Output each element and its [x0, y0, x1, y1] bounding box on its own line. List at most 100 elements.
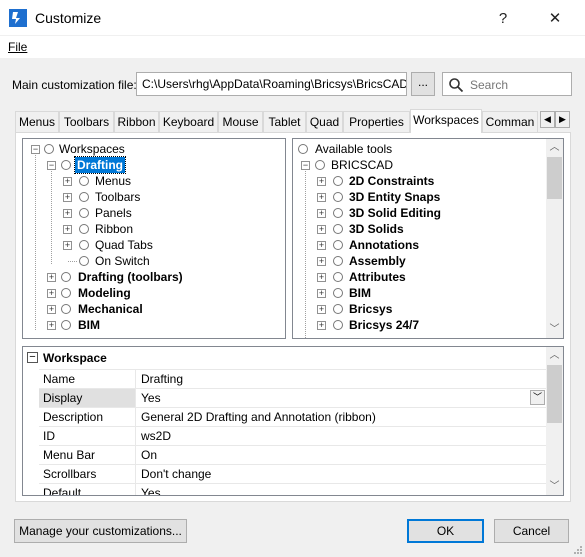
tool-item[interactable]: + Bricsys: [293, 301, 543, 317]
tree-item-ribbon[interactable]: + Ribbon: [23, 221, 283, 237]
collapse-icon[interactable]: −: [301, 161, 310, 170]
property-row-default[interactable]: Default Yes: [39, 483, 547, 495]
tree-item-drafting-toolbars[interactable]: + Drafting (toolbars): [23, 269, 283, 285]
expand-icon[interactable]: +: [317, 177, 326, 186]
tree-item-bricscad[interactable]: − BRICSCAD: [293, 157, 543, 173]
tab-quad[interactable]: Quad: [306, 111, 343, 132]
expand-icon[interactable]: +: [317, 209, 326, 218]
tree-item-toolbars[interactable]: + Toolbars: [23, 189, 283, 205]
ok-button[interactable]: OK: [407, 519, 484, 543]
expand-icon[interactable]: +: [317, 289, 326, 298]
tool-item[interactable]: + Annotations: [293, 237, 543, 253]
property-value[interactable]: On: [137, 446, 547, 465]
property-row-description[interactable]: Description General 2D Drafting and Anno…: [39, 407, 547, 427]
tree-item-workspaces[interactable]: − Workspaces: [23, 141, 283, 157]
property-value[interactable]: General 2D Drafting and Annotation (ribb…: [137, 408, 547, 427]
properties-section-header[interactable]: − Workspace: [23, 347, 547, 369]
property-value[interactable]: Don't change: [137, 465, 547, 484]
manage-customizations-button[interactable]: Manage your customizations...: [14, 519, 187, 543]
expand-icon[interactable]: +: [317, 321, 326, 330]
workspace-properties-grid[interactable]: − Workspace Name Drafting Display Yes ﹀ …: [22, 346, 564, 496]
tab-commands[interactable]: Comman: [482, 111, 538, 132]
tab-scroll-left-icon[interactable]: ◀: [540, 111, 555, 128]
tree-item-on-switch[interactable]: On Switch: [23, 253, 283, 269]
property-row-scrollbars[interactable]: Scrollbars Don't change: [39, 464, 547, 484]
tab-menus[interactable]: Menus: [15, 111, 59, 132]
expand-icon[interactable]: +: [47, 305, 56, 314]
tool-item[interactable]: + 2D Constraints: [293, 173, 543, 189]
collapse-icon[interactable]: −: [27, 352, 38, 363]
tree-item-panels[interactable]: + Panels: [23, 205, 283, 221]
expand-icon[interactable]: +: [63, 241, 72, 250]
expand-icon[interactable]: +: [63, 177, 72, 186]
property-value[interactable]: Yes: [137, 484, 547, 495]
property-value[interactable]: Yes: [137, 389, 547, 408]
property-row-name[interactable]: Name Drafting: [39, 369, 547, 389]
resize-grip-icon[interactable]: [573, 545, 583, 555]
scroll-up-icon[interactable]: ︿: [546, 139, 563, 156]
tool-item[interactable]: + 3D Entity Snaps: [293, 189, 543, 205]
expand-icon[interactable]: +: [63, 225, 72, 234]
tree-item-menus[interactable]: + Menus: [23, 173, 283, 189]
tree-item-modeling[interactable]: + Modeling: [23, 285, 283, 301]
tree-item-available-tools[interactable]: Available tools: [293, 141, 543, 157]
property-name: Scrollbars: [39, 465, 136, 484]
tab-workspaces[interactable]: Workspaces: [410, 109, 482, 133]
tool-item[interactable]: + BIM: [293, 285, 543, 301]
tools-scrollbar[interactable]: ︿ ﹀: [546, 139, 563, 338]
workspaces-tree[interactable]: − Workspaces − Drafting + Menus + Toolba…: [22, 138, 286, 339]
tree-item-drafting[interactable]: − Drafting: [23, 156, 283, 174]
customization-file-field[interactable]: C:\Users\rhg\AppData\Roaming\Bricsys\Bri…: [136, 72, 407, 96]
help-button[interactable]: ?: [480, 0, 526, 36]
tool-item[interactable]: + 3D Solid Editing: [293, 205, 543, 221]
scroll-down-icon[interactable]: ﹀: [546, 321, 563, 338]
tool-item[interactable]: + Bricsys 24/7: [293, 317, 543, 333]
tab-tablet[interactable]: Tablet: [263, 111, 306, 132]
chevron-down-icon[interactable]: ﹀: [530, 390, 545, 405]
expand-icon[interactable]: +: [317, 241, 326, 250]
menu-file[interactable]: File: [8, 40, 27, 54]
radio-icon: [333, 320, 343, 330]
tool-item[interactable]: + 3D Solids: [293, 221, 543, 237]
tool-item[interactable]: + Assembly: [293, 253, 543, 269]
scroll-up-icon[interactable]: ︿: [546, 347, 563, 364]
expand-icon[interactable]: +: [47, 289, 56, 298]
property-row-id[interactable]: ID ws2D: [39, 426, 547, 446]
search-input[interactable]: Search: [442, 72, 572, 96]
tree-item-quad-tabs[interactable]: + Quad Tabs: [23, 237, 283, 253]
tab-toolbars[interactable]: Toolbars: [59, 111, 114, 132]
collapse-icon[interactable]: −: [47, 161, 56, 170]
tab-scroll-right-icon[interactable]: ▶: [555, 111, 570, 128]
collapse-icon[interactable]: −: [31, 145, 40, 154]
expand-icon[interactable]: +: [63, 209, 72, 218]
scroll-thumb[interactable]: [547, 157, 562, 199]
expand-icon[interactable]: +: [317, 225, 326, 234]
browse-button[interactable]: ...: [411, 72, 435, 96]
expand-icon[interactable]: +: [317, 257, 326, 266]
scroll-thumb[interactable]: [547, 365, 562, 423]
expand-icon[interactable]: +: [317, 305, 326, 314]
tab-ribbon[interactable]: Ribbon: [114, 111, 159, 132]
property-row-menu-bar[interactable]: Menu Bar On: [39, 445, 547, 465]
radio-icon: [333, 272, 343, 282]
tree-item-bim[interactable]: + BIM: [23, 317, 283, 333]
tool-item[interactable]: + Attributes: [293, 269, 543, 285]
close-button[interactable]: ✕: [532, 0, 578, 36]
expand-icon[interactable]: +: [317, 273, 326, 282]
scroll-down-icon[interactable]: ﹀: [546, 478, 563, 495]
expand-icon[interactable]: +: [63, 193, 72, 202]
available-tools-tree[interactable]: Available tools − BRICSCAD + 2D Constrai…: [292, 138, 564, 339]
expand-icon[interactable]: +: [317, 193, 326, 202]
tab-properties[interactable]: Properties: [343, 111, 410, 132]
property-value[interactable]: Drafting: [137, 370, 547, 389]
tree-item-mechanical[interactable]: + Mechanical: [23, 301, 283, 317]
properties-scrollbar[interactable]: ︿ ﹀: [546, 347, 563, 495]
tab-keyboard[interactable]: Keyboard: [159, 111, 218, 132]
cancel-button[interactable]: Cancel: [494, 519, 569, 543]
radio-icon: [333, 256, 343, 266]
property-row-display[interactable]: Display Yes ﹀: [39, 388, 547, 408]
expand-icon[interactable]: +: [47, 273, 56, 282]
expand-icon[interactable]: +: [47, 321, 56, 330]
property-value[interactable]: ws2D: [137, 427, 547, 446]
tab-mouse[interactable]: Mouse: [218, 111, 263, 132]
